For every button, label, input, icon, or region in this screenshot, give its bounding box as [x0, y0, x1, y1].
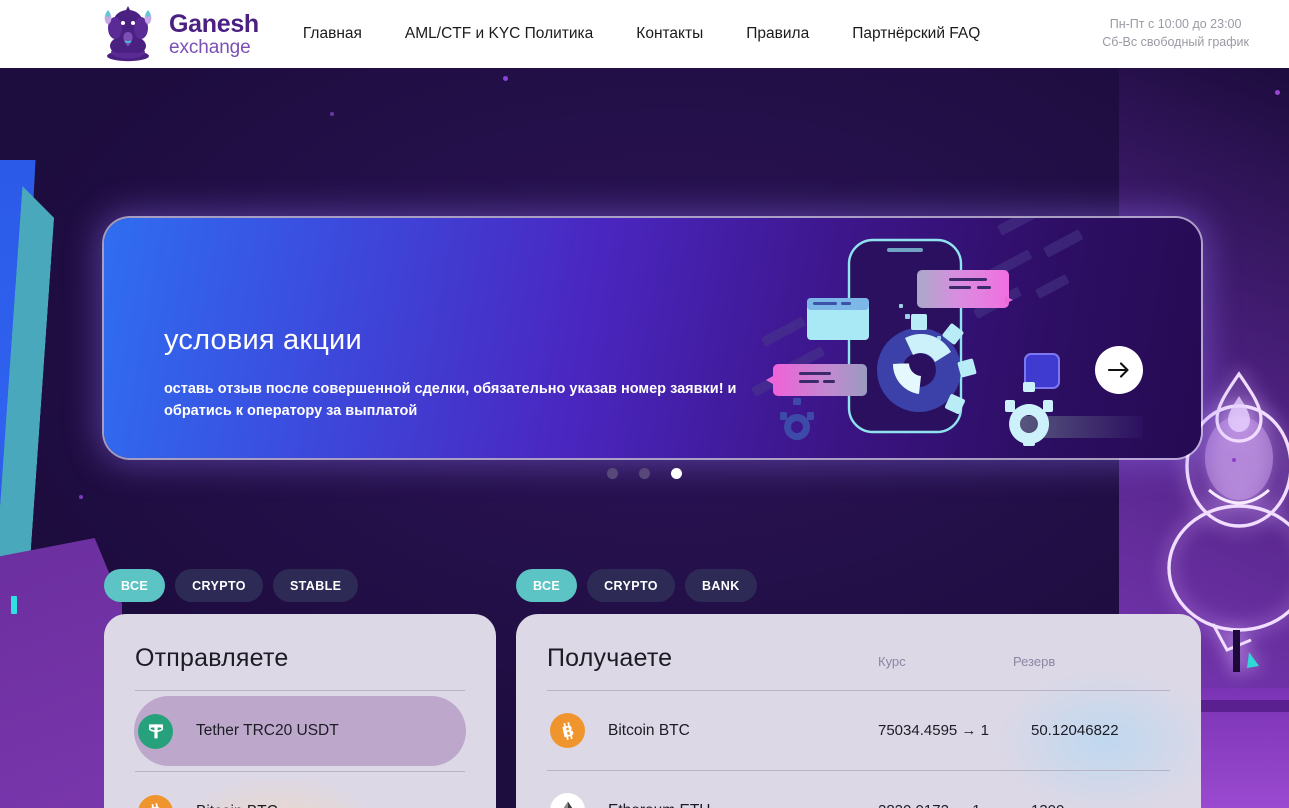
column-header-reserve: Резерв — [1013, 654, 1056, 669]
decor-left-cyan-accent — [11, 596, 17, 614]
receive-filter-group: ВСЕ CRYPTO BANK — [516, 569, 757, 602]
bitcoin-icon: B — [138, 794, 173, 808]
send-filter-stable[interactable]: STABLE — [272, 569, 359, 602]
receive-currency-list: B Bitcoin BTC 75034.4595 → 1 50.12046822 — [516, 690, 1201, 808]
banner-subtitle: оставь отзыв после совершенной сделки, о… — [164, 381, 737, 420]
receive-filter-bank[interactable]: BANK — [684, 569, 757, 602]
currency-name: Bitcoin BTC — [608, 721, 690, 739]
ganesh-logo-icon — [104, 6, 152, 62]
currency-reserve: 1300 — [1031, 802, 1064, 808]
nav-item-contacts[interactable]: Контакты — [636, 25, 703, 43]
table-row[interactable]: B Bitcoin BTC 75034.4595 → 1 50.12046822 — [547, 690, 1170, 770]
decor-spark-1 — [503, 76, 508, 81]
currency-name: Bitcoin BTC — [196, 803, 278, 808]
ethereum-icon — [550, 793, 585, 808]
tether-icon — [138, 713, 173, 749]
decor-left-teal-shape — [0, 186, 56, 808]
send-panel-title: Отправляете — [135, 644, 289, 672]
receive-panel-title: Получаете — [547, 644, 673, 672]
decor-left-blue-shape — [0, 160, 36, 600]
banner-title: условия акции — [164, 324, 362, 356]
currency-rate: 2820.0172 → 1 — [878, 802, 981, 808]
logo-name-secondary: exchange — [169, 36, 251, 58]
banner-dot-1[interactable] — [607, 468, 618, 479]
currency-name: Ethereum ETH — [608, 802, 711, 808]
list-item[interactable]: B Bitcoin BTC — [135, 771, 465, 808]
banner-pagination — [0, 468, 1289, 479]
receive-panel-header: Получаете Курс Резерв — [516, 614, 1201, 690]
working-hours: Пн-Пт с 10:00 до 23:00 Сб-Вс свободный г… — [1102, 15, 1249, 51]
banner-dot-2[interactable] — [639, 468, 650, 479]
bitcoin-icon: B — [550, 713, 585, 748]
nav-item-rules[interactable]: Правила — [746, 25, 809, 43]
send-currency-list: Tether TRC20 USDT B Bitcoin BTC — [104, 690, 496, 808]
promo-banner[interactable]: условия акции оставь отзыв после соверше… — [104, 218, 1201, 458]
currency-rate: 75034.4595 → 1 — [878, 722, 989, 739]
decor-spark-2 — [330, 112, 334, 116]
page-body: условия акции оставь отзыв после соверше… — [0, 68, 1289, 808]
send-filter-group: ВСЕ CRYPTO STABLE — [104, 569, 359, 602]
arrow-right-icon — [1108, 362, 1129, 378]
logo[interactable]: Ganesh exchange — [97, 4, 259, 64]
banner-illustration — [751, 218, 1143, 446]
column-header-rate: Курс — [878, 654, 906, 669]
decor-spark-6 — [1232, 458, 1236, 462]
receive-filter-crypto[interactable]: CRYPTO — [587, 569, 675, 602]
send-filter-crypto[interactable]: CRYPTO — [175, 569, 263, 602]
send-panel: Отправляете Tether TRC20 USDT B — [104, 614, 496, 808]
receive-panel: Получаете Курс Резерв B Bitcoin BTC 7503… — [516, 614, 1201, 808]
logo-name-primary: Ganesh — [169, 9, 259, 38]
site-header: Ganesh exchange Главная AML/CTF и KYC По… — [0, 0, 1289, 68]
nav-item-aml-kyc-policy[interactable]: AML/CTF и KYC Политика — [405, 25, 593, 43]
send-panel-header: Отправляете — [104, 614, 496, 690]
decor-spark-5 — [1275, 90, 1280, 95]
decor-spark-4 — [79, 495, 83, 499]
receive-filter-all[interactable]: ВСЕ — [516, 569, 578, 602]
table-row[interactable]: Ethereum ETH 2820.0172 → 1 1300 — [547, 770, 1170, 808]
logo-text: Ganesh exchange — [169, 9, 259, 58]
nav-item-partner-faq[interactable]: Партнёрский FAQ — [852, 25, 980, 43]
currency-name: Tether TRC20 USDT — [196, 722, 339, 739]
list-item[interactable]: Tether TRC20 USDT — [134, 690, 466, 771]
currency-reserve: 50.12046822 — [1031, 722, 1119, 739]
nav-item-home[interactable]: Главная — [303, 25, 362, 43]
working-hours-weekend: Сб-Вс свободный график — [1102, 35, 1249, 50]
send-filter-all[interactable]: ВСЕ — [104, 569, 166, 602]
banner-dot-3[interactable] — [671, 468, 682, 479]
main-navigation: Главная AML/CTF и KYC Политика Контакты … — [303, 25, 980, 43]
banner-next-button[interactable] — [1095, 346, 1143, 394]
working-hours-weekday: Пн-Пт с 10:00 до 23:00 — [1109, 17, 1242, 31]
